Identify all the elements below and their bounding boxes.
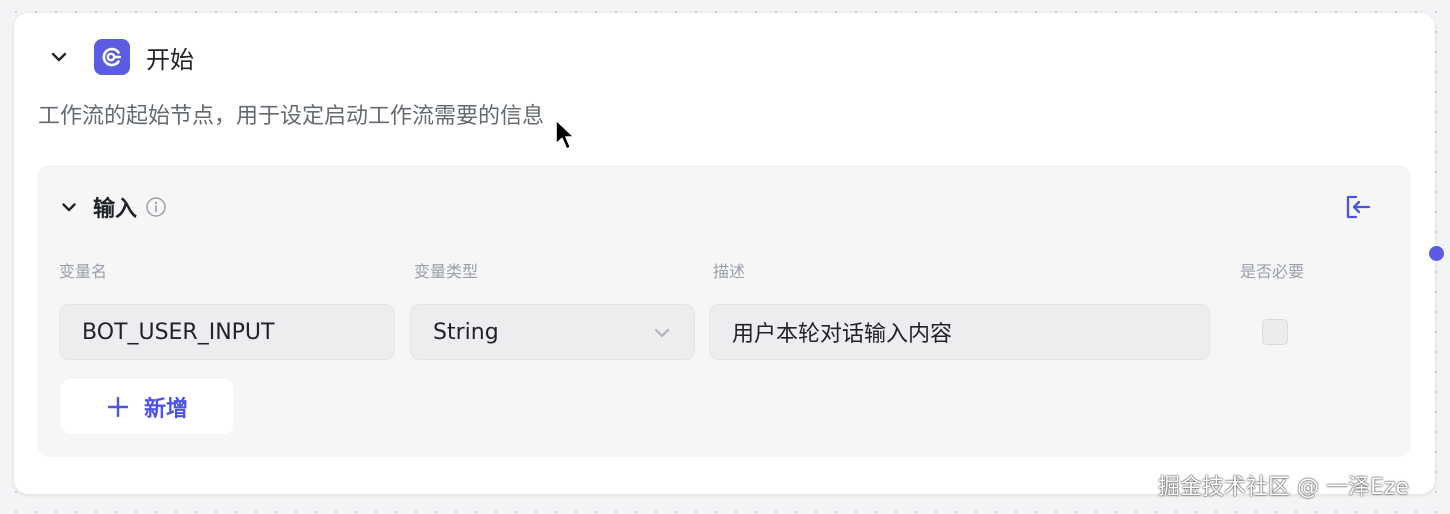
node-header: 开始: [44, 38, 194, 76]
variable-description-input[interactable]: 用户本轮对话输入内容: [709, 304, 1210, 360]
mouse-pointer-icon: [555, 119, 575, 150]
collapse-input-chevron-icon[interactable]: [57, 195, 81, 219]
node-title: 开始: [146, 45, 194, 74]
add-variable-label: 新增: [143, 396, 188, 422]
input-panel: 输入 变量名 变量类型 描述 是否必要 BOT_USER_INPUT Strin…: [37, 165, 1411, 457]
start-node-icon: [94, 39, 130, 75]
plus-icon: [106, 395, 130, 419]
collapse-panel-icon[interactable]: [1343, 192, 1373, 222]
watermark: 掘金技术社区 @ 一泽Eze: [1158, 475, 1409, 500]
input-section-header: 输入: [57, 192, 167, 222]
variable-type-select[interactable]: String: [410, 304, 695, 360]
variable-type-value: String: [433, 319, 499, 345]
node-description: 工作流的起始节点，用于设定启动工作流需要的信息: [38, 104, 545, 129]
info-icon[interactable]: [145, 196, 167, 218]
column-header-required: 是否必要: [1240, 262, 1305, 281]
column-header-type: 变量类型: [414, 262, 479, 281]
chevron-down-icon: [652, 323, 672, 349]
variable-name-input[interactable]: BOT_USER_INPUT: [59, 304, 395, 360]
required-checkbox[interactable]: [1262, 319, 1288, 345]
column-header-description: 描述: [713, 262, 746, 281]
collapse-node-chevron-icon[interactable]: [44, 42, 74, 72]
add-variable-button[interactable]: 新增: [61, 379, 233, 434]
column-header-name: 变量名: [59, 262, 108, 281]
input-section-title: 输入: [93, 197, 138, 222]
output-port-handle[interactable]: [1429, 246, 1444, 261]
